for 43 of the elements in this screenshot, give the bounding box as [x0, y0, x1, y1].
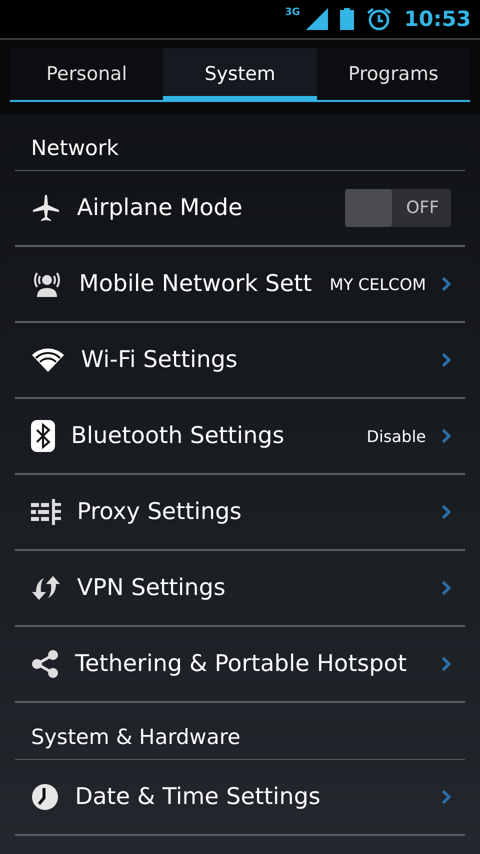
chevron-icon	[442, 353, 451, 367]
signal-icon	[306, 8, 328, 30]
battery-icon	[340, 8, 354, 30]
chevron-icon	[442, 657, 451, 671]
setting-label: Bluetooth Settings	[71, 423, 286, 449]
settings-row[interactable]: Tethering & Portable Hotspot	[15, 627, 465, 703]
settings-row[interactable]: Mobile Network Sett MY CELCOM	[15, 247, 465, 323]
section-header: Network	[15, 114, 465, 171]
setting-label: Airplane Mode	[77, 195, 244, 221]
sync-arrows-icon	[31, 574, 61, 602]
setting-label: VPN Settings	[77, 575, 226, 601]
setting-label: Mobile Network Sett	[79, 271, 313, 297]
tab[interactable]: System	[163, 48, 317, 102]
chevron-icon	[442, 277, 451, 291]
clock-time: 10:53	[404, 7, 471, 31]
chevron-icon	[442, 790, 451, 804]
alarm-clock-icon	[366, 7, 392, 31]
chevron-icon	[442, 429, 451, 443]
settings-row[interactable]: Date & Time Settings	[15, 760, 465, 836]
airplane-icon	[31, 193, 61, 223]
settings-row[interactable]: Wi-Fi Settings	[15, 323, 465, 399]
setting-label: Proxy Settings	[77, 499, 243, 525]
tab[interactable]: Programs	[316, 48, 470, 102]
toggle-switch[interactable]: OFF	[345, 189, 451, 227]
section-header: System & Hardware	[15, 703, 465, 760]
wifi-icon	[31, 347, 65, 373]
tab[interactable]: Personal	[10, 48, 164, 102]
settings-row[interactable]: Airplane Mode OFF	[15, 171, 465, 247]
settings-row[interactable]: Bluetooth Settings Disable	[15, 399, 465, 475]
share-icon	[31, 650, 59, 678]
chevron-icon	[442, 581, 451, 595]
settings-row[interactable]: VPN Settings	[15, 551, 465, 627]
setting-label: Date & Time Settings	[75, 784, 322, 810]
proxy-grid-icon	[31, 499, 61, 525]
bluetooth-icon	[31, 420, 55, 452]
setting-label: Wi-Fi Settings	[81, 347, 239, 373]
settings-row[interactable]: Proxy Settings	[15, 475, 465, 551]
setting-value: MY CELCOM	[330, 274, 426, 294]
setting-label: Tethering & Portable Hotspot	[75, 651, 408, 677]
network-type: 3G	[284, 7, 300, 18]
chevron-icon	[442, 505, 451, 519]
setting-value: Disable	[366, 426, 426, 446]
clock-icon	[31, 783, 59, 811]
